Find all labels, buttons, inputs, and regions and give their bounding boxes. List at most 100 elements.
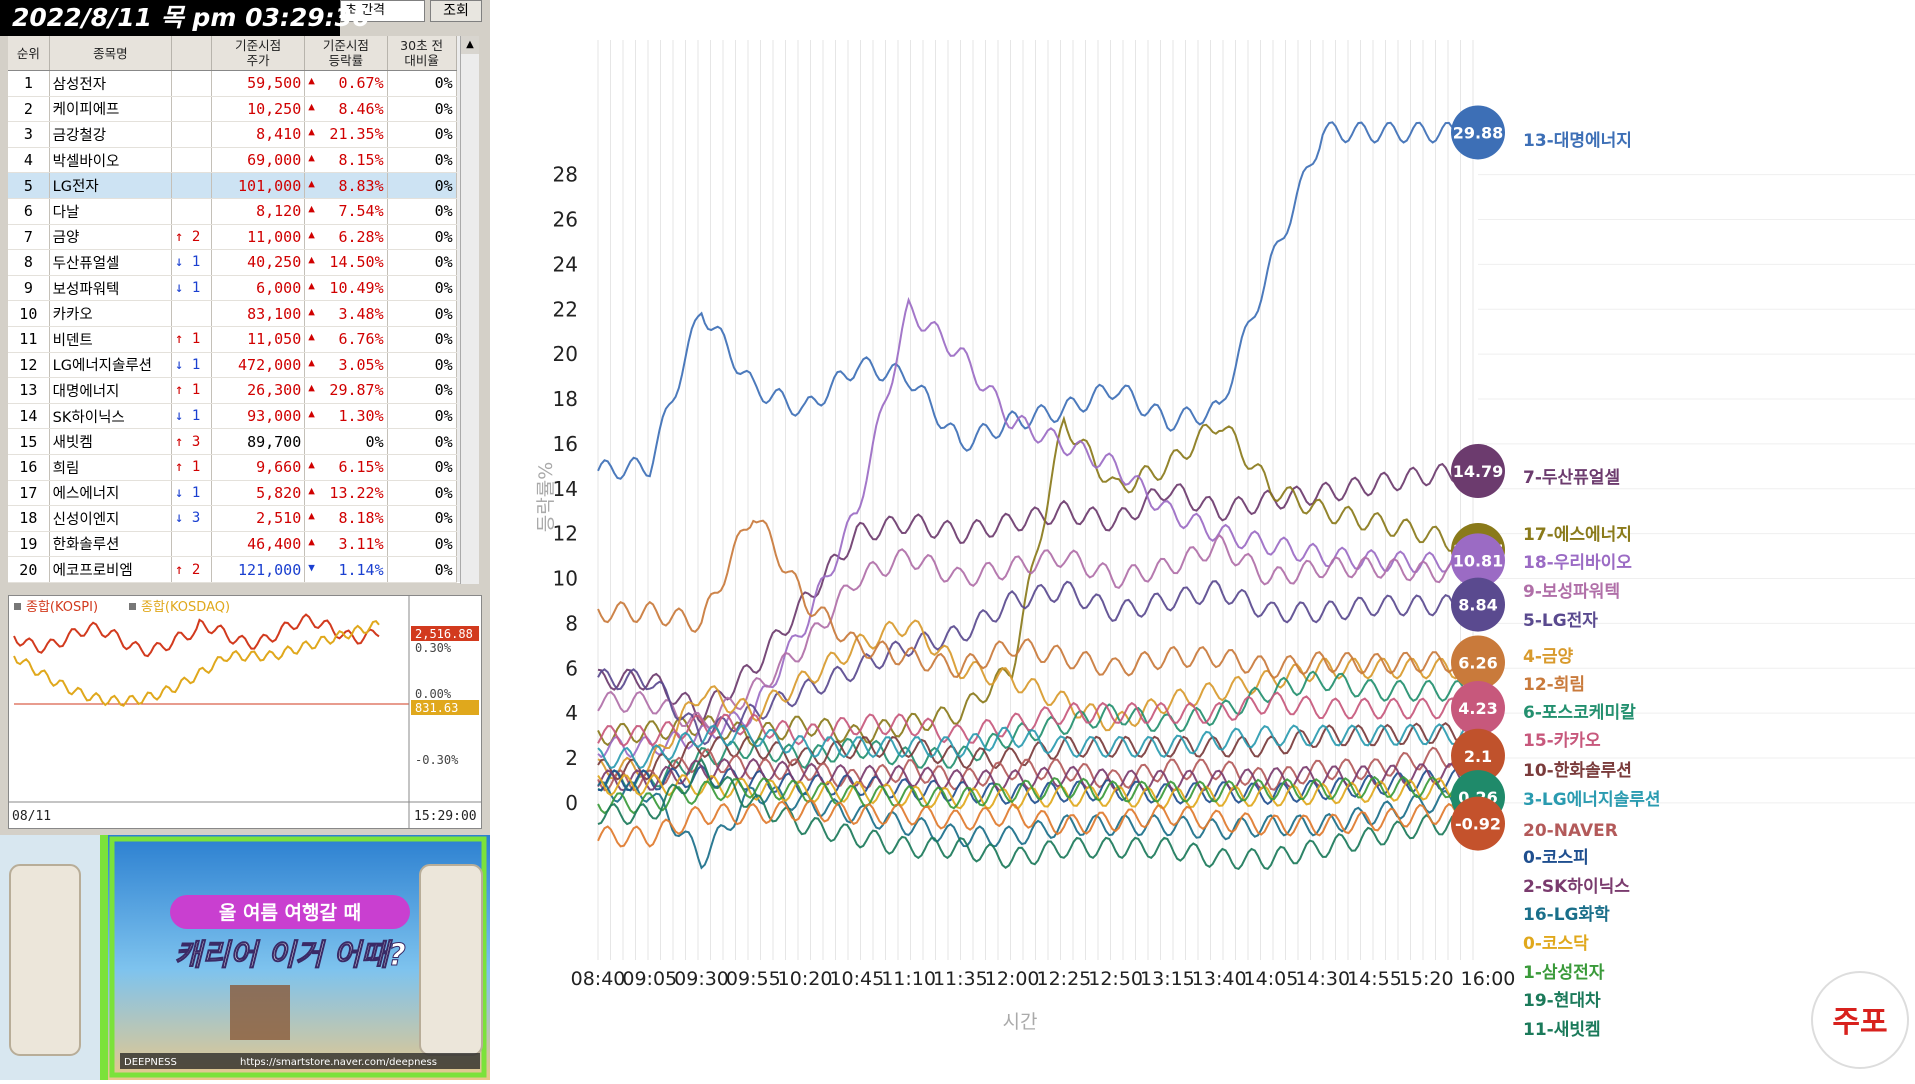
col-header-d30[interactable]: 30초 전 대비율 — [387, 36, 457, 71]
table-row[interactable]: 5 LG전자 101,000 ▲ 8.83% 0% — [8, 172, 478, 199]
col-header-move — [171, 36, 212, 71]
rate-cell: ▲ 21.35% — [304, 121, 388, 148]
rate-value: 3.11% — [338, 534, 384, 553]
x-tick-label: 16:00 — [1461, 968, 1516, 990]
x-tick-labels: 08:4009:0509:3009:5510:2010:4511:1011:35… — [571, 968, 1516, 990]
price-cell: 89,700 — [211, 428, 306, 455]
rate-value: 8.83% — [338, 176, 384, 195]
price-cell: 5,820 — [211, 480, 306, 507]
mini-time: 15:29:00 — [414, 809, 477, 824]
name-cell: 박셀바이오 — [49, 147, 173, 174]
y-tick-label: 16 — [553, 432, 578, 456]
move-cell: ↓ 1 — [171, 275, 212, 302]
x-tick-label: 09:55 — [726, 968, 781, 990]
legend-item: 0-코스피 — [1523, 848, 1589, 868]
lookup-button[interactable]: 조회 — [430, 0, 482, 22]
name-cell: 신성이엔지 — [49, 505, 173, 532]
col-header-rate[interactable]: 기준시점 등락률 — [304, 36, 388, 71]
col-header-rank[interactable]: 순위 — [8, 36, 50, 71]
table-row[interactable]: 10 카카오 83,100 ▲ 3.48% 0% — [8, 300, 478, 327]
d30-cell: 0% — [387, 377, 457, 404]
legend-item: 2-SK하이닉스 — [1523, 877, 1630, 897]
col-header-name[interactable]: 종목명 — [49, 36, 173, 71]
timestamp-overlay: 2022/8/11 목 pm 03:29:36 — [0, 0, 369, 36]
ranking-table: 순위 종목명 기준시점 주가 기준시점 등락률 30초 전 대비율 1 삼성전자 5… — [8, 36, 478, 583]
rank-cell: 18 — [8, 505, 50, 532]
table-row[interactable]: 12 LG에너지솔루션 ↓ 1 472,000 ▲ 3.05% 0% — [8, 352, 478, 379]
table-row[interactable]: 7 금양 ↑ 2 11,000 ▲ 6.28% 0% — [8, 224, 478, 251]
ad-banner[interactable]: 올 여름 여행갈 때 캐리어 이거 어때? DEEPNESS https://s… — [0, 835, 490, 1080]
triangle-up-icon: ▲ — [308, 458, 315, 472]
table-row[interactable]: 8 두산퓨얼셀 ↓ 1 40,250 ▲ 14.50% 0% — [8, 249, 478, 276]
x-tick-label: 08:40 — [571, 968, 626, 990]
d30-cell: 0% — [387, 352, 457, 379]
table-row[interactable]: 9 보성파워텍 ↓ 1 6,000 ▲ 10.49% 0% — [8, 275, 478, 302]
series-line — [597, 415, 1479, 748]
d30-cell: 0% — [387, 326, 457, 353]
move-cell: ↓ 1 — [171, 249, 212, 276]
x-tick-label: 14:30 — [1295, 968, 1350, 990]
table-row[interactable]: 15 새빗켐 ↑ 3 89,700 0% 0% — [8, 428, 478, 455]
name-cell: 새빗켐 — [49, 428, 173, 455]
table-row[interactable]: 19 한화솔루션 46,400 ▲ 3.11% 0% — [8, 531, 478, 558]
ad-banner-art: 올 여름 여행갈 때 캐리어 이거 어때? DEEPNESS https://s… — [0, 835, 490, 1080]
beach-chair-icon — [230, 985, 290, 1040]
table-row[interactable]: 2 케이피에프 10,250 ▲ 8.46% 0% — [8, 96, 478, 123]
price-cell: 69,000 — [211, 147, 306, 174]
table-row[interactable]: 14 SK하이닉스 ↓ 1 93,000 ▲ 1.30% 0% — [8, 403, 478, 430]
table-row[interactable]: 1 삼성전자 59,500 ▲ 0.67% 0% — [8, 70, 478, 97]
move-cell — [171, 70, 212, 97]
bubble-value: -0.92 — [1455, 815, 1501, 834]
table-row[interactable]: 13 대명에너지 ↑ 1 26,300 ▲ 29.87% 0% — [8, 377, 478, 404]
y-tick-label: 8 — [565, 611, 578, 635]
rank-cell: 15 — [8, 428, 50, 455]
rate-value: 10.49% — [329, 279, 384, 298]
d30-cell: 0% — [387, 556, 457, 583]
legend-item: 19-현대차 — [1523, 991, 1601, 1011]
y-tick-label: 26 — [553, 208, 578, 232]
table-row[interactable]: 16 희림 ↑ 1 9,660 ▲ 6.15% 0% — [8, 454, 478, 481]
triangle-up-icon: ▲ — [308, 355, 315, 369]
legend-item: 18-우리바이오 — [1523, 553, 1632, 573]
x-axis-label: 시간 — [1003, 1011, 1038, 1033]
move-cell — [171, 172, 212, 199]
bubble-value: 29.88 — [1453, 123, 1504, 142]
triangle-up-icon: ▲ — [308, 407, 315, 421]
triangle-up-icon: ▲ — [308, 176, 315, 190]
table-row[interactable]: 17 에스에너지 ↓ 1 5,820 ▲ 13.22% 0% — [8, 480, 478, 507]
name-cell: 희림 — [49, 454, 173, 481]
table-row[interactable]: 20 에코프로비엠 ↑ 2 121,000 ▼ 1.14% 0% — [8, 556, 478, 583]
kosdaq-legend-label: 종합(KOSDAQ) — [141, 600, 230, 615]
name-cell: 에스에너지 — [49, 480, 173, 507]
rate-value: 13.22% — [329, 483, 384, 502]
rank-cell: 1 — [8, 70, 50, 97]
series-line — [597, 120, 1479, 480]
bubble-value: 2.1 — [1464, 747, 1492, 766]
scrollbar[interactable]: ▲ — [460, 36, 479, 584]
table-row[interactable]: 6 다날 8,120 ▲ 7.54% 0% — [8, 198, 478, 225]
rank-cell: 9 — [8, 275, 50, 302]
name-cell: 금양 — [49, 224, 173, 251]
name-cell: 케이피에프 — [49, 96, 173, 123]
rank-cell: 7 — [8, 224, 50, 251]
table-row[interactable]: 18 신성이엔지 ↓ 3 2,510 ▲ 8.18% 0% — [8, 505, 478, 532]
rank-cell: 2 — [8, 96, 50, 123]
watermark-logo: 주포 — [1811, 971, 1909, 1069]
rate-value: 3.05% — [338, 355, 384, 374]
price-cell: 93,000 — [211, 403, 306, 430]
y-tick-label: 6 — [565, 656, 578, 680]
table-row[interactable]: 4 박셀바이오 69,000 ▲ 8.15% 0% — [8, 147, 478, 174]
y-tick-label: 4 — [565, 701, 578, 725]
rate-cell: ▲ 13.22% — [304, 480, 388, 507]
table-row[interactable]: 11 비덴트 ↑ 1 11,050 ▲ 6.76% 0% — [8, 326, 478, 353]
table-row[interactable]: 3 금강철강 8,410 ▲ 21.35% 0% — [8, 121, 478, 148]
rank-cell: 19 — [8, 531, 50, 558]
scroll-up-icon[interactable]: ▲ — [461, 36, 479, 54]
d30-cell: 0% — [387, 172, 457, 199]
col-header-price[interactable]: 기준시점 주가 — [211, 36, 306, 71]
legend-item: 4-금양 — [1523, 647, 1574, 667]
rate-value: 7.54% — [338, 202, 384, 221]
rank-cell: 14 — [8, 403, 50, 430]
rank-cell: 10 — [8, 300, 50, 327]
y-tick-label: 18 — [553, 387, 578, 411]
